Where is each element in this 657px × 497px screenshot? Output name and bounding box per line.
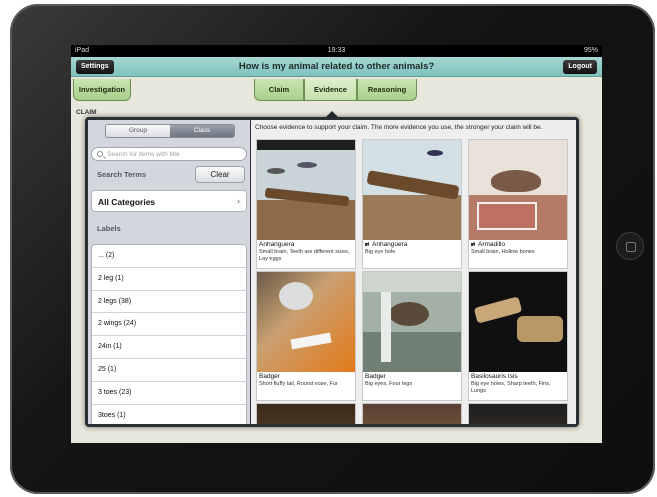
- evidence-card[interactable]: Anhanguera Small brain, Teeth are differ…: [256, 139, 356, 269]
- search-field[interactable]: [91, 147, 247, 161]
- evidence-photo: [363, 140, 461, 240]
- evidence-photo: [363, 404, 461, 424]
- all-categories-row[interactable]: All Categories ›: [91, 190, 247, 212]
- label-row[interactable]: ... (2): [92, 245, 246, 268]
- evidence-desc: Short fluffy tail, Round nose, Fur: [259, 381, 338, 387]
- claim-label: CLAIM: [76, 109, 97, 116]
- label-row[interactable]: 2 wings (24): [92, 313, 246, 337]
- evidence-name: Badger: [259, 373, 280, 380]
- tab-bar: Investigation Claim Evidence Reasoning: [71, 77, 602, 102]
- group-class-segmented-control: Group Class: [105, 124, 235, 138]
- top-navbar: Settings How is my animal related to oth…: [71, 57, 602, 77]
- labels-list: ... (2) 2 leg (1) 2 legs (38) 2 wings (2…: [91, 244, 247, 424]
- label-row[interactable]: 3toes (1): [92, 405, 246, 424]
- evidence-popover: Group Class Search Terms Clear All Categ…: [85, 117, 579, 427]
- evidence-desc: Big eye hole: [365, 249, 396, 255]
- evidence-photo: [363, 272, 461, 372]
- evidence-name: Basilosauris Isis: [471, 373, 518, 380]
- evidence-card[interactable]: Badger Big eyes, Four legs: [362, 271, 462, 401]
- evidence-desc: Big eye holes, Sharp teeth, Fins, Lungs: [471, 381, 551, 394]
- evidence-photo: [469, 272, 567, 372]
- search-icon: [97, 151, 103, 157]
- evidence-desc: Small brain, Hollow bones: [471, 249, 535, 255]
- evidence-name: Armadillo: [478, 241, 506, 248]
- label-row[interactable]: 2 legs (38): [92, 291, 246, 314]
- evidence-photo: [257, 404, 355, 424]
- label-row[interactable]: 24in (1): [92, 336, 246, 359]
- audio-icon[interactable]: [365, 242, 371, 247]
- evidence-desc: Small brain, Teeth are different sizes, …: [259, 249, 350, 262]
- evidence-card[interactable]: Badger Short fluffy tail, Round nose, Fu…: [256, 271, 356, 401]
- filter-panel: Group Class Search Terms Clear All Categ…: [88, 120, 250, 424]
- clear-button[interactable]: Clear: [195, 166, 245, 183]
- app-screen: iPad 19:33 95% Settings How is my animal…: [71, 45, 602, 443]
- evidence-photo: [257, 272, 355, 372]
- evidence-name: Anhanguera: [259, 241, 295, 248]
- evidence-photo: [469, 140, 567, 240]
- tab-investigation[interactable]: Investigation: [73, 79, 131, 101]
- search-input[interactable]: [107, 149, 243, 160]
- labels-header: Labels: [97, 224, 121, 233]
- evidence-card[interactable]: Armadillo Small brain, Hollow bones: [468, 139, 568, 269]
- status-bar: iPad 19:33 95%: [71, 45, 602, 57]
- tab-evidence[interactable]: Evidence: [304, 79, 357, 101]
- logout-button[interactable]: Logout: [563, 60, 597, 74]
- clock: 19:33: [327, 47, 346, 54]
- chevron-right-icon: ›: [237, 196, 240, 206]
- segment-group[interactable]: Group: [106, 125, 170, 137]
- battery-label: 95%: [583, 47, 598, 54]
- home-button[interactable]: [616, 232, 644, 260]
- evidence-card[interactable]: [362, 403, 462, 424]
- all-categories-label: All Categories: [98, 197, 156, 207]
- evidence-name: Anhanguera: [372, 241, 408, 248]
- label-row[interactable]: 3 toes (23): [92, 382, 246, 405]
- label-row[interactable]: 25 (1): [92, 359, 246, 382]
- tab-claim[interactable]: Claim: [254, 79, 304, 101]
- evidence-card[interactable]: Basilosauris Isis Big eye holes, Sharp t…: [468, 271, 568, 401]
- evidence-card[interactable]: [256, 403, 356, 424]
- search-terms-label: Search Terms: [97, 170, 147, 179]
- tab-reasoning[interactable]: Reasoning: [357, 79, 417, 101]
- evidence-photo: [257, 140, 355, 240]
- page-title: How is my animal related to other animal…: [238, 61, 435, 72]
- instruction-text: Choose evidence to support your claim. T…: [255, 124, 543, 131]
- evidence-desc: Big eyes, Four legs: [365, 381, 413, 387]
- evidence-panel: Choose evidence to support your claim. T…: [251, 120, 576, 424]
- evidence-photo: [469, 404, 567, 424]
- evidence-card[interactable]: Anhanguera Big eye hole: [362, 139, 462, 269]
- evidence-name: Badger: [365, 373, 386, 380]
- audio-icon[interactable]: [471, 242, 477, 247]
- segment-class[interactable]: Class: [170, 125, 234, 137]
- evidence-card[interactable]: [468, 403, 568, 424]
- label-row[interactable]: 2 leg (1): [92, 268, 246, 291]
